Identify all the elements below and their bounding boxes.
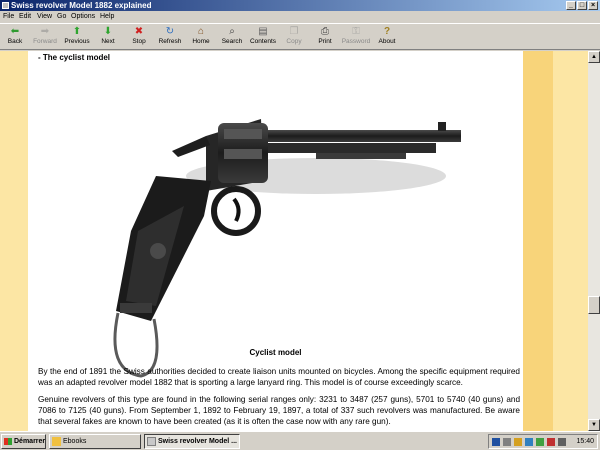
start-button[interactable]: Démarrer xyxy=(1,434,46,449)
system-tray: 15:40 xyxy=(488,434,598,449)
menu-file[interactable]: File xyxy=(3,11,14,23)
stop-icon: ✖ xyxy=(134,26,144,37)
menu-edit[interactable]: Edit xyxy=(19,11,31,23)
down-arrow-icon: ⬇ xyxy=(103,26,113,37)
next-button[interactable]: ⬇ Next xyxy=(93,25,123,49)
right-decorative-strip-outer xyxy=(553,51,588,431)
copy-icon: ❐ xyxy=(289,26,299,37)
contents-icon: ▤ xyxy=(258,26,268,37)
folder-icon xyxy=(52,437,61,446)
menu-bar: File Edit View Go Options Help xyxy=(0,11,600,23)
security-icon[interactable] xyxy=(536,438,544,446)
app-icon xyxy=(2,2,9,9)
print-button[interactable]: ⎙ Print xyxy=(310,25,340,49)
about-label: About xyxy=(378,38,396,45)
taskbar-item-ebooks[interactable]: Ebooks xyxy=(49,434,141,449)
minimize-button[interactable]: _ xyxy=(566,1,576,10)
windows-logo-icon xyxy=(4,438,12,445)
left-decorative-strip xyxy=(0,51,28,431)
tray-expand-icon[interactable] xyxy=(503,438,511,446)
menu-go[interactable]: Go xyxy=(57,11,66,23)
up-arrow-icon: ⬆ xyxy=(72,26,82,37)
maximize-button[interactable]: □ xyxy=(577,1,587,10)
toolbar: ⬅ Back ➡ Forward ⬆ Previous ⬇ Next ✖ Sto… xyxy=(0,23,600,50)
home-icon: ⌂ xyxy=(197,26,205,37)
copy-button[interactable]: ❐ Copy xyxy=(279,25,309,49)
language-indicator-icon[interactable] xyxy=(492,438,500,446)
network-icon[interactable] xyxy=(514,438,522,446)
paragraph-history: By the end of 1891 the Swiss authorities… xyxy=(38,367,520,387)
search-button[interactable]: ⌕ Search xyxy=(217,25,247,49)
page-body: - The cyclist model Cyclist model By the… xyxy=(28,51,523,431)
menu-options[interactable]: Options xyxy=(71,11,95,23)
stop-button[interactable]: ✖ Stop xyxy=(124,25,154,49)
volume-icon[interactable] xyxy=(558,438,566,446)
menu-help[interactable]: Help xyxy=(100,11,114,23)
photo-caption: Cyclist model xyxy=(249,348,302,357)
section-heading: - The cyclist model xyxy=(38,53,111,62)
revolver-photo xyxy=(113,119,461,378)
content-area[interactable]: - The cyclist model Cyclist model By the… xyxy=(0,51,588,431)
taskbar: Démarrer Ebooks Swiss revolver Model ...… xyxy=(0,431,600,450)
refresh-button[interactable]: ↻ Refresh xyxy=(155,25,185,49)
scroll-down-button[interactable]: ▼ xyxy=(588,419,600,431)
scroll-up-button[interactable]: ▲ xyxy=(588,51,600,63)
antivirus-icon[interactable] xyxy=(547,438,555,446)
search-icon: ⌕ xyxy=(229,26,235,37)
print-icon: ⎙ xyxy=(321,26,329,37)
forward-button[interactable]: ➡ Forward xyxy=(30,25,60,49)
menu-view[interactable]: View xyxy=(37,11,52,23)
window-title: Swiss revolver Model 1882 explained xyxy=(11,1,152,10)
start-label: Démarrer xyxy=(14,438,46,445)
close-button[interactable]: × xyxy=(588,1,598,10)
clock[interactable]: 15:40 xyxy=(576,435,594,448)
scroll-thumb[interactable] xyxy=(588,296,600,314)
right-decorative-strip xyxy=(523,51,553,431)
taskbar-item-swiss-revolver[interactable]: Swiss revolver Model ... xyxy=(144,434,240,449)
back-arrow-icon: ⬅ xyxy=(10,26,20,37)
about-button[interactable]: ? About xyxy=(372,25,402,49)
about-icon: ? xyxy=(383,26,391,37)
taskbar-item-label: Ebooks xyxy=(63,438,87,445)
contents-button[interactable]: ▤ Contents xyxy=(248,25,278,49)
vertical-scrollbar[interactable]: ▲ ▼ xyxy=(588,51,600,431)
monitor-icon[interactable] xyxy=(525,438,533,446)
key-icon: ⚿ xyxy=(352,26,360,37)
refresh-icon: ↻ xyxy=(165,26,175,37)
paragraph-serial-ranges: Genuine revolvers of this type are found… xyxy=(38,395,520,426)
taskbar-item-label: Swiss revolver Model ... xyxy=(158,438,237,445)
previous-button[interactable]: ⬆ Previous xyxy=(62,25,92,49)
forward-arrow-icon: ➡ xyxy=(40,26,50,37)
title-bar: Swiss revolver Model 1882 explained _ □ … xyxy=(0,0,600,11)
help-viewer-icon xyxy=(147,437,156,446)
home-button[interactable]: ⌂ Home xyxy=(186,25,216,49)
password-button[interactable]: ⚿ Password xyxy=(341,25,371,49)
